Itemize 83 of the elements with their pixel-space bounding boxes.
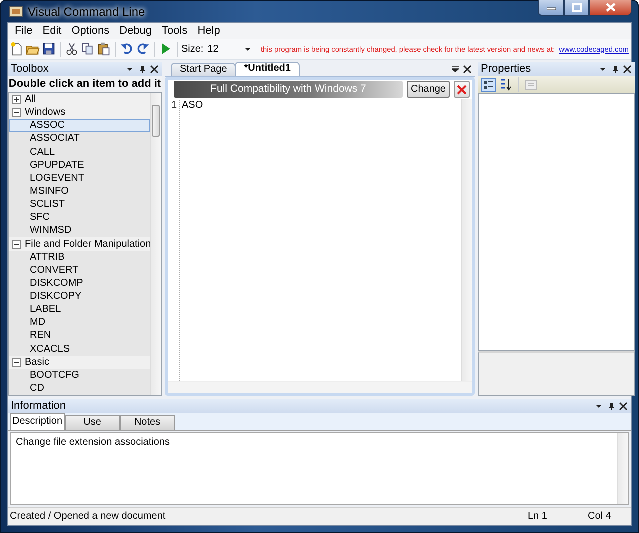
document-tab[interactable]: Start Page [171, 63, 236, 76]
code-text: ASO [181, 100, 204, 111]
toolbox-item[interactable]: LABEL [9, 303, 150, 316]
app-icon [9, 5, 23, 18]
toolbox-item[interactable]: ASSOCIAT [9, 132, 150, 146]
close-icon [457, 84, 467, 94]
vertical-scrollbar[interactable] [150, 93, 161, 395]
toolbox-item[interactable]: CALL [9, 145, 150, 159]
minimize-button[interactable] [538, 0, 564, 16]
close-icon [606, 2, 616, 12]
close-icon[interactable] [150, 64, 159, 74]
close-button[interactable] [589, 0, 632, 16]
panel-title: Toolbox [11, 63, 50, 75]
paste-icon[interactable] [96, 42, 111, 56]
info-tab[interactable]: Description [10, 413, 65, 430]
panel-title: Properties [481, 63, 532, 75]
toolbox-item[interactable]: MSINFO [9, 184, 150, 198]
toolbox-item[interactable]: DISKCOPY [9, 290, 150, 304]
toolbox-item[interactable]: SFC [9, 211, 150, 224]
toolbox-group[interactable]: Basic [25, 356, 50, 368]
caret-icon [244, 48, 251, 50]
menu-item[interactable]: Edit [38, 25, 67, 37]
menu-item[interactable]: Debug [114, 25, 158, 37]
dropdown-icon[interactable] [599, 65, 607, 73]
description-text: Change file extension associations [16, 437, 170, 448]
categorized-icon[interactable] [481, 78, 496, 92]
pin-icon[interactable] [138, 65, 146, 73]
collapse-icon[interactable] [12, 240, 21, 248]
maximize-button[interactable] [564, 0, 589, 16]
document-tab[interactable]: *Untitled1 [235, 62, 300, 76]
scissors-icon[interactable] [64, 42, 79, 56]
panel-title: Information [11, 400, 68, 412]
close-icon[interactable] [463, 65, 472, 74]
toolbox-item[interactable]: MD [9, 316, 150, 330]
maximize-icon [572, 2, 582, 12]
redo-icon[interactable] [136, 42, 150, 56]
window-title: Visual Command Line [28, 4, 146, 18]
toolbox-item[interactable]: GPUPDATE [9, 158, 150, 172]
toolbox-item[interactable]: LOGEVENT [9, 172, 150, 185]
close-icon[interactable] [623, 64, 632, 74]
toolbox-item[interactable]: DISKCOMP [9, 276, 150, 290]
toolbox-item[interactable]: ASSOC [9, 119, 150, 132]
toolbox-group[interactable]: All [25, 94, 36, 106]
collapse-icon[interactable] [12, 358, 21, 367]
toolbox-item[interactable]: ATTRIB [9, 250, 150, 264]
dropdown-icon[interactable] [595, 402, 603, 410]
toolbox-item[interactable]: CD [9, 382, 150, 395]
toolbox-item[interactable]: REN [9, 329, 150, 343]
menu-item[interactable]: Tools [157, 25, 193, 37]
toolbox-item[interactable]: SCLIST [9, 198, 150, 212]
compatibility-banner: Full Compatibility with Windows 7 [174, 81, 403, 98]
toolbox-item[interactable]: CONVERT [9, 264, 150, 277]
vertical-scrollbar[interactable] [461, 99, 472, 381]
size-label: Size: [181, 44, 204, 54]
close-icon[interactable] [619, 402, 628, 410]
new-file-icon[interactable] [10, 42, 24, 56]
pin-icon[interactable] [611, 65, 619, 73]
dropdown-icon[interactable] [126, 65, 134, 73]
toolbox-item[interactable]: WINMSD [9, 224, 150, 238]
line-indicator: Ln 1 [528, 511, 548, 522]
toolbox-item[interactable]: XCACLS [9, 342, 150, 356]
collapse-icon[interactable] [12, 108, 21, 118]
sort-icon[interactable] [499, 78, 513, 92]
column-indicator: Col 4 [588, 511, 612, 522]
size-dropdown[interactable]: 12 [206, 41, 253, 57]
info-tab[interactable]: Use [65, 415, 120, 430]
remove-button[interactable] [454, 81, 470, 98]
horizontal-scrollbar[interactable] [168, 381, 472, 393]
change-button[interactable]: Change [406, 81, 450, 98]
undo-icon[interactable] [120, 42, 134, 56]
pin-icon[interactable] [607, 402, 615, 410]
expand-icon[interactable] [12, 95, 21, 104]
vertical-scrollbar[interactable] [617, 433, 628, 504]
menu-item[interactable]: File [10, 25, 38, 37]
menu-item[interactable]: Help [192, 25, 226, 37]
menu-item[interactable]: Options [66, 25, 115, 37]
toolbox-item[interactable]: BOOTCFG [9, 368, 150, 382]
status-message: Created / Opened a new document [10, 511, 166, 522]
save-icon[interactable] [42, 42, 56, 56]
copy-icon[interactable] [80, 42, 95, 56]
tab-list-icon[interactable] [452, 66, 459, 73]
line-number: 1 [168, 100, 180, 111]
info-tab[interactable]: Notes [120, 415, 175, 430]
